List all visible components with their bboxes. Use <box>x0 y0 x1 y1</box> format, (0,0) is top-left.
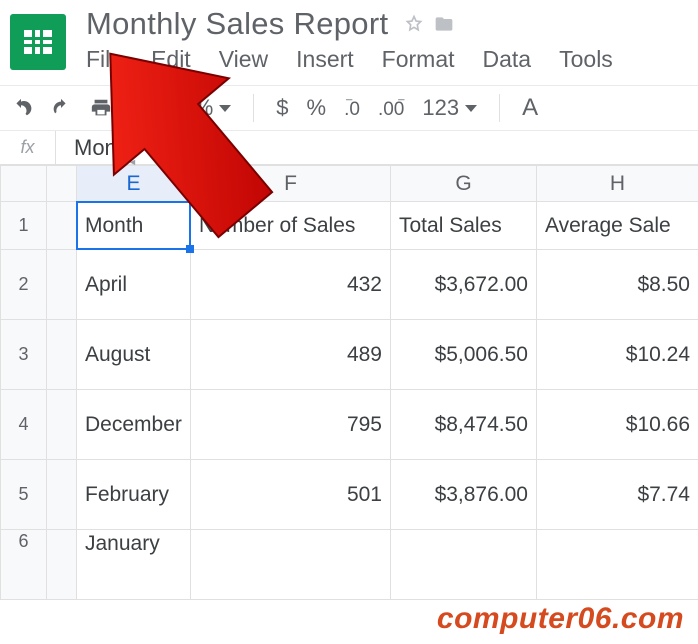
menu-tools[interactable]: Tools <box>559 46 613 73</box>
separator <box>253 94 254 122</box>
row-header-6[interactable]: 6 <box>1 530 47 600</box>
cell-h4[interactable]: $10.66 <box>537 390 698 460</box>
cell-e2[interactable]: April <box>77 250 191 320</box>
column-header-f[interactable]: F <box>191 166 391 202</box>
menu-file[interactable]: File <box>86 46 123 73</box>
crop-edge <box>0 638 698 644</box>
toolbar: 100% $ % .0 _ .00 _ 123 A <box>0 85 698 131</box>
star-icon[interactable] <box>404 14 424 34</box>
font-dropdown[interactable]: A <box>522 94 538 122</box>
watermark: computer06.com <box>437 602 684 636</box>
menu-insert[interactable]: Insert <box>296 46 354 73</box>
zoom-value: 100% <box>157 95 213 121</box>
increase-decimal-button[interactable]: .00 <box>378 99 404 120</box>
increase-decimal-sub: _ <box>398 89 404 101</box>
column-header-h[interactable]: H <box>537 166 698 202</box>
separator <box>499 94 500 122</box>
row-header-4[interactable]: 4 <box>1 390 47 460</box>
decrease-decimal-button[interactable]: .0 <box>344 99 360 120</box>
zoom-dropdown[interactable]: 100% <box>157 95 231 121</box>
format-currency-button[interactable]: $ <box>276 95 288 121</box>
spreadsheet-grid[interactable]: ◄ E F G H 1 Month Number of Sales Total … <box>0 165 698 600</box>
formula-bar: fx Month <box>0 131 698 165</box>
redo-icon[interactable] <box>50 97 72 119</box>
menu-format[interactable]: Format <box>382 46 455 73</box>
sheets-logo-icon <box>10 14 66 70</box>
cell-f2[interactable]: 432 <box>191 250 391 320</box>
gutter-cell <box>47 202 77 250</box>
gutter-cell <box>47 390 77 460</box>
cell-f6[interactable] <box>191 530 391 600</box>
titlebar: Monthly Sales Report File Edit View Inse… <box>0 0 698 73</box>
chevron-down-icon <box>465 105 477 112</box>
gutter-cell <box>47 250 77 320</box>
cell-e5[interactable]: February <box>77 460 191 530</box>
number-format-dropdown[interactable]: 123 <box>422 95 477 121</box>
cell-f3[interactable]: 489 <box>191 320 391 390</box>
cell-f4[interactable]: 795 <box>191 390 391 460</box>
cell-g1[interactable]: Total Sales <box>391 202 537 250</box>
separator <box>134 94 135 122</box>
undo-icon[interactable] <box>10 97 32 119</box>
cell-e4[interactable]: December <box>77 390 191 460</box>
row-header-3[interactable]: 3 <box>1 320 47 390</box>
cell-g2[interactable]: $3,672.00 <box>391 250 537 320</box>
chevron-down-icon <box>219 105 231 112</box>
column-header-e[interactable]: ◄ E <box>77 166 191 202</box>
fx-label: fx <box>0 131 56 164</box>
gutter-cell <box>47 530 77 600</box>
frozen-gutter <box>47 166 77 202</box>
format-percent-button[interactable]: % <box>307 95 327 121</box>
fx-value[interactable]: Month <box>56 135 135 161</box>
cell-f1[interactable]: Number of Sales <box>191 202 391 250</box>
cell-h5[interactable]: $7.74 <box>537 460 698 530</box>
cell-e6[interactable]: January <box>77 530 191 600</box>
menu-data[interactable]: Data <box>483 46 532 73</box>
gutter-cell <box>47 460 77 530</box>
cell-g4[interactable]: $8,474.50 <box>391 390 537 460</box>
gutter-cell <box>47 320 77 390</box>
cell-h2[interactable]: $8.50 <box>537 250 698 320</box>
cell-e1[interactable]: Month <box>77 202 191 250</box>
decrease-decimal-sub: _ <box>346 89 352 101</box>
google-sheets-window: Monthly Sales Report File Edit View Inse… <box>0 0 698 644</box>
menu-view[interactable]: View <box>219 46 268 73</box>
row-header-1[interactable]: 1 <box>1 202 47 250</box>
cell-h3[interactable]: $10.24 <box>537 320 698 390</box>
number-format-label: 123 <box>422 95 459 121</box>
folder-move-icon[interactable] <box>434 14 454 34</box>
print-icon[interactable] <box>90 97 112 119</box>
row-header-2[interactable]: 2 <box>1 250 47 320</box>
row-header-5[interactable]: 5 <box>1 460 47 530</box>
cell-g5[interactable]: $3,876.00 <box>391 460 537 530</box>
cell-h1[interactable]: Average Sale <box>537 202 698 250</box>
cell-h6[interactable] <box>537 530 698 600</box>
cell-g6[interactable] <box>391 530 537 600</box>
column-header-g[interactable]: G <box>391 166 537 202</box>
cell-g3[interactable]: $5,006.50 <box>391 320 537 390</box>
cell-e3[interactable]: August <box>77 320 191 390</box>
cell-f5[interactable]: 501 <box>191 460 391 530</box>
select-all-corner[interactable] <box>1 166 47 202</box>
document-title[interactable]: Monthly Sales Report <box>86 6 388 42</box>
menu-edit[interactable]: Edit <box>151 46 191 73</box>
menubar: File Edit View Insert Format Data Tools <box>86 42 688 73</box>
